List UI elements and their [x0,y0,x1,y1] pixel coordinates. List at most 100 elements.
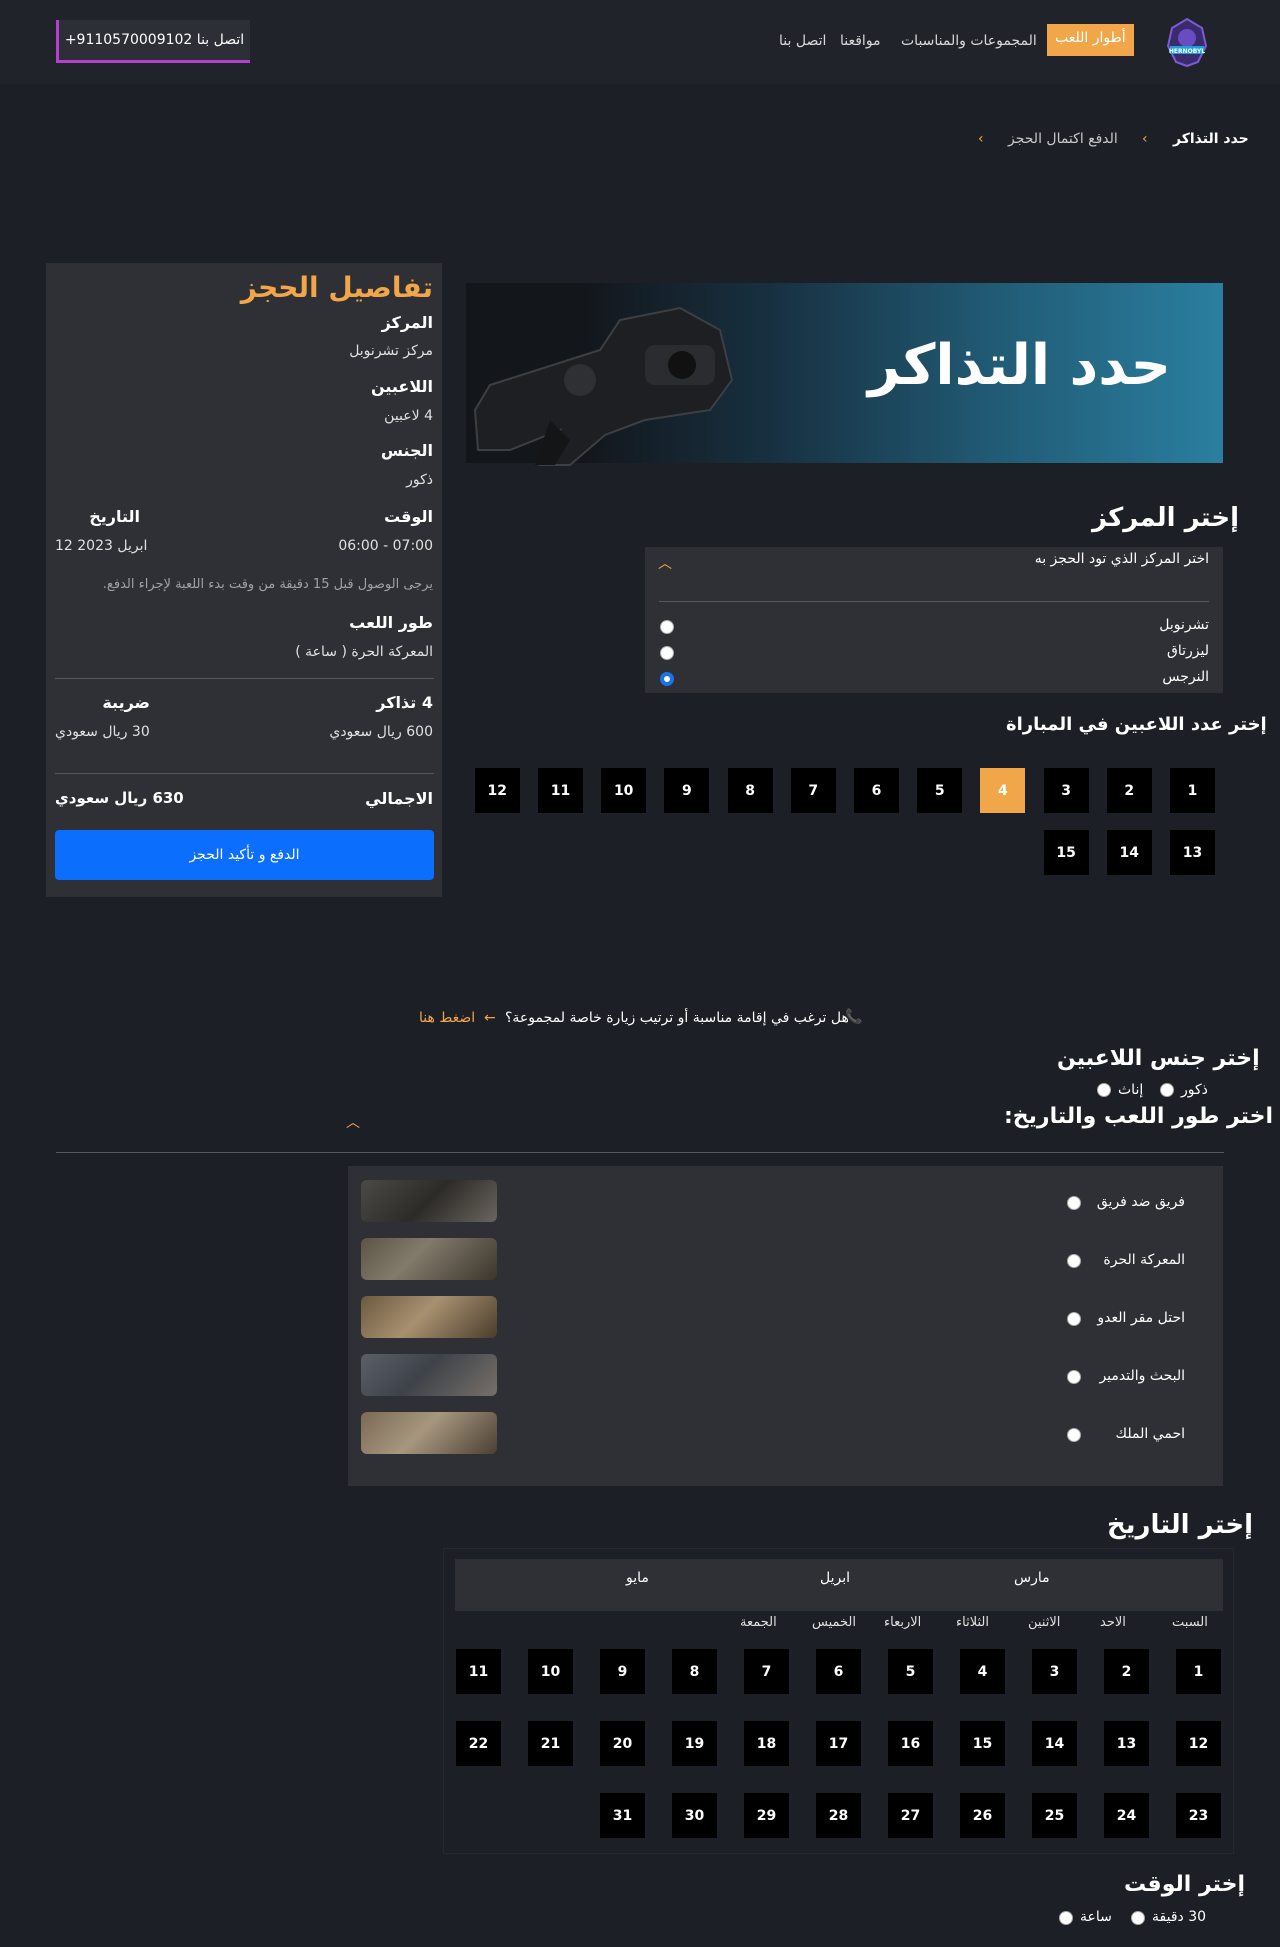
calendar-day[interactable]: 8 [672,1649,717,1694]
calendar-day[interactable]: 31 [600,1793,645,1838]
weekday-label: الاربعاء [884,1615,922,1630]
breadcrumb-payment[interactable]: الدفع اكتمال الحجز [1008,131,1118,147]
time-option-30min[interactable]: 30 دقيقة [1152,1909,1206,1925]
game-mode-label[interactable]: فريق ضد فريق [1097,1194,1185,1210]
gender-radio-male[interactable] [1160,1083,1174,1097]
month-april[interactable]: ابريل [820,1570,850,1586]
center-radio-chernobyl[interactable] [660,620,674,634]
game-mode-label[interactable]: احتل مقر العدو [1097,1310,1185,1326]
group-click-here-link[interactable]: اضغط هنا [419,1010,475,1026]
calendar-day[interactable]: 10 [528,1649,573,1694]
calendar-day[interactable]: 18 [744,1721,789,1766]
calendar-day[interactable]: 5 [888,1649,933,1694]
chevron-up-icon[interactable]: ︿ [658,553,672,573]
center-option-narjes[interactable]: النرجس [1162,669,1209,685]
summary-tickets-value: 600 ريال سعودي [329,724,433,740]
game-mode-radio[interactable] [1067,1196,1081,1210]
game-mode-label[interactable]: المعركة الحرة [1103,1252,1185,1268]
game-mode-thumbnail [361,1412,497,1454]
player-count-10[interactable]: 10 [601,768,647,813]
gender-option-female[interactable]: إناث [1118,1082,1143,1098]
player-count-8[interactable]: 8 [727,768,773,813]
calendar-day[interactable]: 21 [528,1721,573,1766]
game-mode-thumbnail [361,1238,497,1280]
calendar-day[interactable]: 11 [456,1649,501,1694]
month-march[interactable]: مارس [1014,1570,1050,1586]
player-count-5[interactable]: 5 [917,768,963,813]
center-heading: إختر المركز [1092,503,1240,533]
game-mode-label[interactable]: احمي الملك [1116,1426,1185,1442]
player-count-11[interactable]: 11 [538,768,583,813]
player-count-15[interactable]: 15 [1043,830,1089,875]
calendar-day[interactable]: 29 [744,1793,789,1838]
breadcrumb-chevron-icon: ‹ [1142,131,1148,147]
gender-option-male[interactable]: ذكور [1181,1082,1208,1098]
calendar-day[interactable]: 15 [960,1721,1005,1766]
calendar-day[interactable]: 23 [1176,1793,1221,1838]
center-option-lasertag[interactable]: ليزرتاق [1167,643,1209,659]
center-radio-lasertag[interactable] [660,646,674,660]
nav-game-modes[interactable]: أطوار اللعب [1047,24,1134,56]
summary-time-label: الوقت [384,507,433,526]
calendar-day[interactable]: 7 [744,1649,789,1694]
player-count-1[interactable]: 1 [1170,768,1215,813]
breadcrumb-current: حدد التذاكر [1173,131,1249,147]
contact-phone-button[interactable]: +9110570009102 اتصل بنا [56,20,250,63]
logo[interactable]: HERNOBYL [1162,16,1212,68]
summary-tax-label: ضريبة [102,693,150,712]
game-mode-radio[interactable] [1067,1312,1081,1326]
player-count-12[interactable]: 12 [474,768,520,813]
player-count-13[interactable]: 13 [1170,830,1215,875]
player-count-6[interactable]: 6 [854,768,899,813]
player-count-4[interactable]: 4 [980,768,1026,813]
calendar-day[interactable]: 3 [1032,1649,1077,1694]
nav-locations[interactable]: مواقعنا [840,33,881,49]
game-mode-radio[interactable] [1067,1428,1081,1442]
player-count-14[interactable]: 14 [1106,830,1152,875]
center-option-chernobyl[interactable]: تشرنوبل [1159,617,1209,633]
center-dropdown[interactable]: اختر المركز الذي تود الحجز به ︿ تشرنوبل … [645,547,1223,693]
calendar-day[interactable]: 24 [1104,1793,1149,1838]
center-radio-narjes[interactable] [660,672,674,686]
player-count-9[interactable]: 9 [664,768,710,813]
calendar-day[interactable]: 1 [1176,1649,1221,1694]
calendar-day[interactable]: 12 [1176,1721,1221,1766]
calendar-day[interactable]: 6 [816,1649,861,1694]
player-count-3[interactable]: 3 [1043,768,1089,813]
nav-contact[interactable]: اتصل بنا [779,33,826,49]
month-may[interactable]: مايو [626,1570,649,1586]
calendar-day[interactable]: 4 [960,1649,1005,1694]
player-count-7[interactable]: 7 [790,768,836,813]
game-mode-radio[interactable] [1067,1370,1081,1384]
nav-groups-events[interactable]: المجموعات والمناسبات [901,33,1037,49]
time-option-hour[interactable]: ساعة [1080,1909,1112,1925]
summary-mode-value: المعركة الحرة ( ساعة ) [295,644,433,660]
calendar-day[interactable]: 9 [600,1649,645,1694]
game-mode-thumbnail [361,1180,497,1222]
divider [56,1152,1224,1153]
calendar-day[interactable]: 20 [600,1721,645,1766]
calendar-day[interactable]: 25 [1032,1793,1077,1838]
chevron-up-icon[interactable]: ︿ [346,1112,360,1132]
calendar-day[interactable]: 14 [1032,1721,1077,1766]
calendar-day[interactable]: 19 [672,1721,717,1766]
player-count-2[interactable]: 2 [1106,768,1152,813]
game-mode-label[interactable]: البحث والتدمير [1099,1368,1185,1384]
pay-confirm-button[interactable]: الدفع و تأكيد الحجز [55,830,434,880]
calendar-day[interactable]: 30 [672,1793,717,1838]
game-mode-radio[interactable] [1067,1254,1081,1268]
gender-heading: إختر جنس اللاعبين [1057,1046,1260,1071]
calendar-day[interactable]: 13 [1104,1721,1149,1766]
summary-date-value: 12 ابريل 2023 [55,538,148,554]
time-radio-hour[interactable] [1059,1911,1073,1925]
time-radio-30min[interactable] [1131,1911,1145,1925]
date-heading: إختر التاريخ [1107,1510,1254,1540]
calendar-day[interactable]: 2 [1104,1649,1149,1694]
calendar-day[interactable]: 28 [816,1793,861,1838]
calendar-day[interactable]: 17 [816,1721,861,1766]
gender-radio-female[interactable] [1097,1083,1111,1097]
calendar-day[interactable]: 26 [960,1793,1005,1838]
calendar-day[interactable]: 16 [888,1721,933,1766]
calendar-day[interactable]: 22 [456,1721,501,1766]
calendar-day[interactable]: 27 [888,1793,933,1838]
